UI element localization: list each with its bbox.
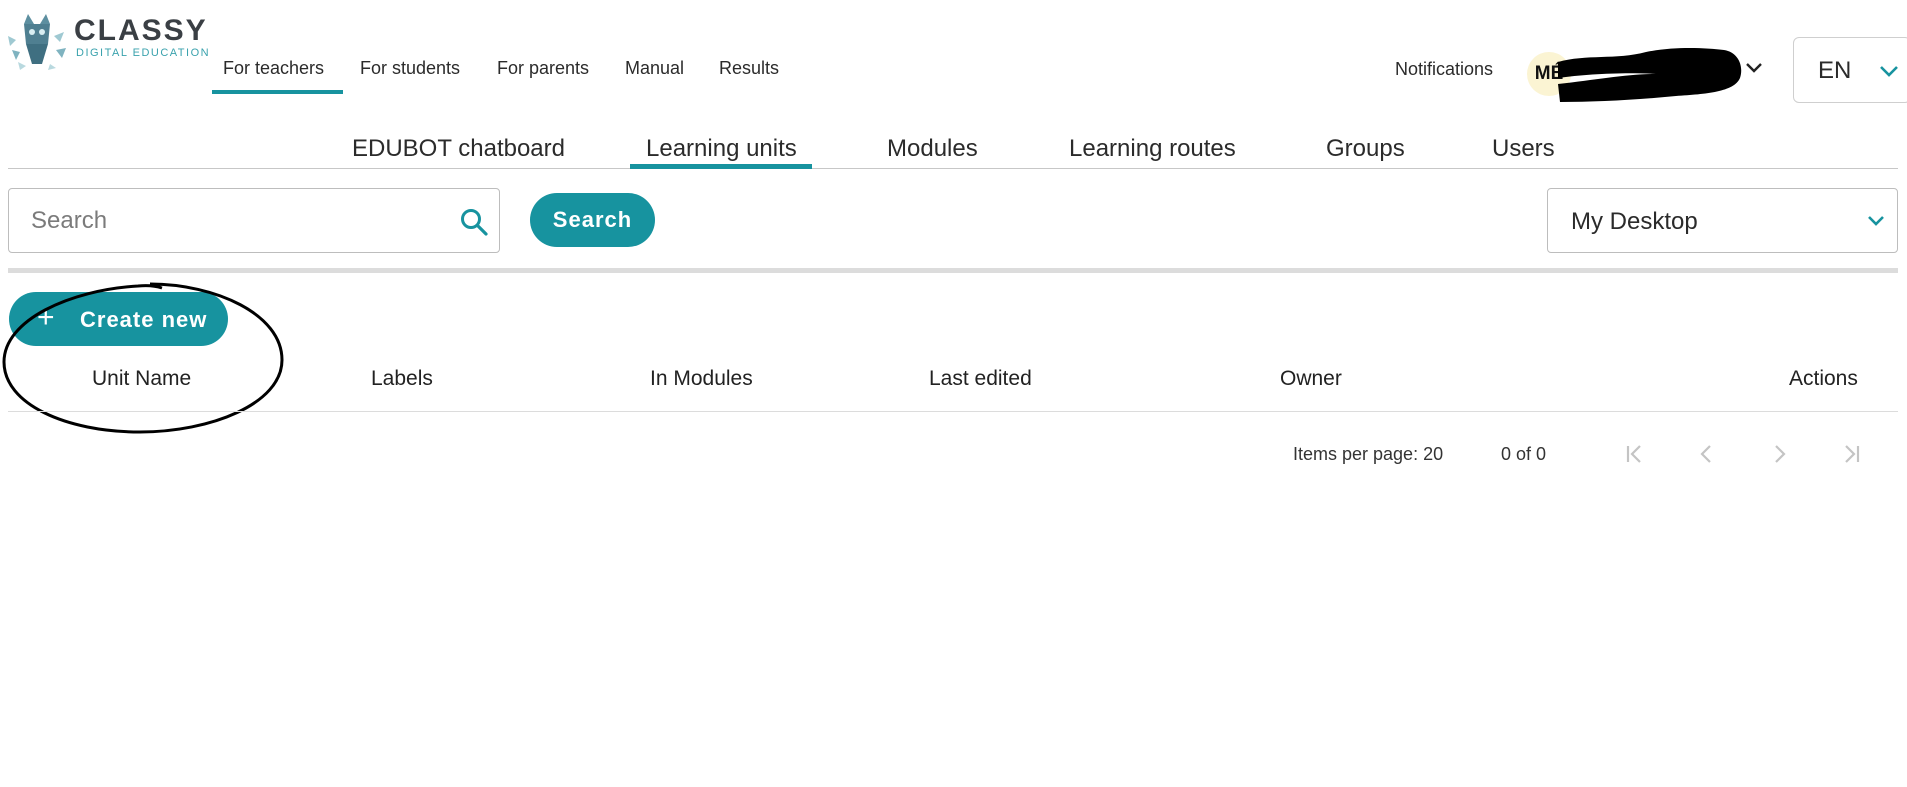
column-actions: Actions [1789,367,1858,390]
column-unit-name[interactable]: Unit Name [92,367,191,391]
column-owner[interactable]: Owner [1280,367,1342,391]
topnav-active-indicator [212,90,343,94]
next-page-icon[interactable] [1766,441,1792,467]
search-icon[interactable] [459,207,489,237]
tab-groups[interactable]: Groups [1326,135,1405,163]
search-field [8,188,500,253]
column-last-edited[interactable]: Last edited [929,367,1032,391]
paginator-range: 0 of 0 [1501,444,1547,464]
chevron-down-icon [1880,66,1898,77]
topnav-for-students[interactable]: For students [360,58,460,79]
tab-edubot-chatboard[interactable]: EDUBOT chatboard [352,135,565,163]
create-new-label: Create new [80,307,208,332]
first-page-icon[interactable] [1622,441,1648,467]
tab-modules[interactable]: Modules [887,135,978,163]
column-in-modules[interactable]: In Modules [650,367,753,391]
language-select[interactable]: EN [1793,37,1907,103]
plus-icon: + [37,301,56,334]
section-divider [8,268,1898,273]
topnav-manual[interactable]: Manual [625,58,684,79]
tab-users[interactable]: Users [1492,135,1555,163]
tab-learning-routes[interactable]: Learning routes [1069,135,1236,163]
previous-page-icon[interactable] [1694,441,1720,467]
tab-learning-units[interactable]: Learning units [646,135,797,163]
topnav-for-teachers[interactable]: For teachers [223,58,324,79]
search-button[interactable]: Search [530,193,655,247]
scope-select[interactable]: My Desktop [1547,188,1898,253]
subnav-active-indicator [630,164,812,169]
column-labels[interactable]: Labels [371,367,433,391]
topnav-for-parents[interactable]: For parents [497,58,589,79]
table-header-divider [8,411,1898,412]
topnav-results[interactable]: Results [719,58,779,79]
brand-name: CLASSY [74,14,208,47]
search-input[interactable] [31,201,431,241]
last-page-icon[interactable] [1838,441,1864,467]
notifications-link[interactable]: Notifications [1395,59,1493,80]
redacted-username [1558,48,1742,102]
chevron-down-icon [1868,216,1884,226]
create-new-button[interactable]: + Create new [9,292,228,346]
language-value: EN [1818,57,1852,84]
subnav-divider [8,168,1898,169]
scope-select-value: My Desktop [1571,208,1698,235]
chevron-down-icon[interactable] [1744,60,1764,76]
top-nav: For teachers For students For parents Ma… [0,58,900,94]
items-per-page-select[interactable]: Items per page: 20 [1293,444,1443,465]
